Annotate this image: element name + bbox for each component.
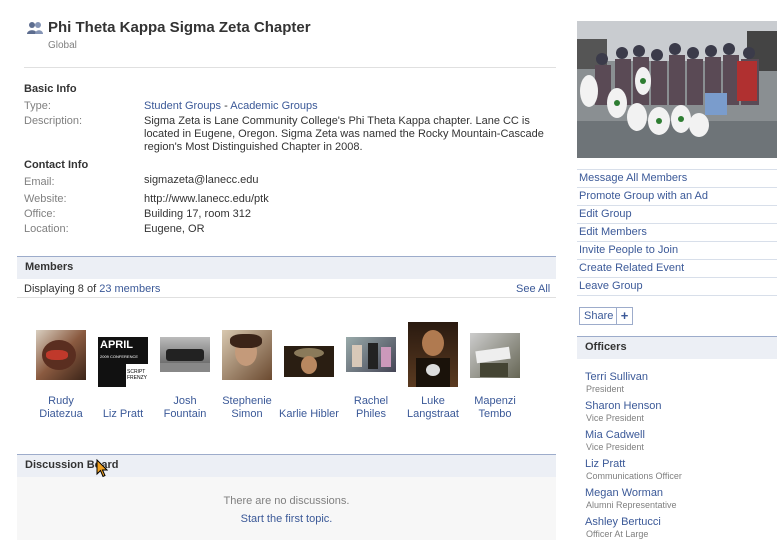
- description-line: region's Most Distinguished Chapter in 2…: [144, 141, 363, 153]
- officer-role: Vice President: [586, 442, 644, 452]
- officer-name-link[interactable]: Sharon Henson: [585, 400, 661, 412]
- office-label: Office:: [24, 208, 56, 220]
- officer-name-link[interactable]: Liz Pratt: [585, 458, 625, 470]
- members-heading: Members: [25, 261, 74, 273]
- member-name-link[interactable]: Mapenzi Tembo: [462, 395, 528, 421]
- website-link[interactable]: http://www.lanecc.edu/ptk: [144, 193, 269, 205]
- officer-name-link[interactable]: Ashley Bertucci: [585, 516, 661, 528]
- member-photo[interactable]: [346, 337, 396, 372]
- plus-icon: +: [616, 308, 632, 324]
- member-photo[interactable]: [36, 330, 86, 380]
- member-name-link[interactable]: Josh Fountain: [152, 395, 218, 421]
- officer-role: Officer At Large: [586, 529, 649, 539]
- members-count-prefix: Displaying 8 of: [24, 283, 100, 295]
- invite-people-link[interactable]: Invite People to Join: [577, 242, 777, 260]
- officer-name-link[interactable]: Terri Sullivan: [585, 371, 648, 383]
- share-button[interactable]: Share +: [579, 307, 633, 325]
- email-label: Email:: [24, 176, 55, 188]
- officer-name-link[interactable]: Megan Worman: [585, 487, 663, 499]
- location-value: Eugene, OR: [144, 223, 205, 235]
- member-photo[interactable]: [222, 330, 272, 380]
- message-all-members-link[interactable]: Message All Members: [577, 170, 777, 188]
- photo-text: APRIL: [100, 339, 133, 351]
- description-label: Description:: [24, 115, 83, 127]
- description-text: Sigma Zeta is Lane Community College's P…: [144, 115, 544, 154]
- see-all-members-link[interactable]: See All: [516, 283, 550, 295]
- email-value: sigmazeta@lanecc.edu: [144, 174, 259, 186]
- members-bar: Members: [17, 256, 556, 279]
- share-label: Share: [584, 310, 614, 322]
- edit-members-link[interactable]: Edit Members: [577, 224, 777, 242]
- description-line: located in Eugene, Oregon. Sigma Zeta wa…: [144, 128, 544, 140]
- photo-text: 2009 CONFERENCE: [100, 354, 139, 359]
- member-photo[interactable]: [160, 337, 210, 372]
- office-value: Building 17, room 312: [144, 208, 252, 220]
- officer-role: Vice President: [586, 413, 644, 423]
- member-name-link[interactable]: Liz Pratt: [90, 408, 156, 421]
- member-name-link[interactable]: Karlie Hibler: [276, 408, 342, 421]
- type-separator: -: [221, 100, 231, 112]
- members-count-link[interactable]: 23 members: [99, 283, 160, 295]
- create-related-event-link[interactable]: Create Related Event: [577, 260, 777, 278]
- officer-name-link[interactable]: Mia Cadwell: [585, 429, 645, 441]
- basic-info-heading: Basic Info: [24, 83, 77, 95]
- officer-role: President: [586, 384, 625, 394]
- contact-info-heading: Contact Info: [24, 159, 89, 171]
- divider: [24, 67, 556, 68]
- photo-text: SCRIPT FRENZY: [127, 369, 147, 381]
- discussion-panel: [17, 477, 556, 540]
- member-name-link[interactable]: Rachel Philes: [338, 395, 404, 421]
- network-label: Global: [48, 40, 77, 51]
- leave-group-link[interactable]: Leave Group: [577, 278, 777, 296]
- type-value: Student Groups - Academic Groups: [144, 100, 318, 112]
- member-photo[interactable]: [408, 322, 458, 387]
- member-name-link[interactable]: Stephenie Simon: [214, 395, 280, 421]
- member-name-link[interactable]: Rudy Diatezua: [28, 395, 94, 421]
- no-discussions-text: There are no discussions.: [223, 495, 350, 507]
- officer-role: Alumni Representative: [586, 500, 677, 510]
- academic-groups-link[interactable]: Academic Groups: [230, 100, 317, 112]
- website-label: Website:: [24, 193, 67, 205]
- members-count: Displaying 8 of 23 members: [24, 283, 160, 295]
- officers-heading: Officers: [585, 341, 627, 353]
- description-line: Sigma Zeta is Lane Community College's P…: [144, 115, 530, 127]
- group-icon: [27, 22, 43, 34]
- type-label: Type:: [24, 100, 51, 112]
- group-photo[interactable]: [577, 21, 777, 158]
- start-topic-link[interactable]: Start the first topic.: [17, 513, 556, 525]
- officers-bar: Officers: [577, 336, 777, 359]
- member-photo[interactable]: APRIL 2009 CONFERENCE SCRIPT FRENZY: [98, 337, 148, 387]
- edit-group-link[interactable]: Edit Group: [577, 206, 777, 224]
- member-name-link[interactable]: Luke Langstraat: [400, 395, 466, 421]
- promote-group-link[interactable]: Promote Group with an Ad: [577, 188, 777, 206]
- location-label: Location:: [24, 223, 69, 235]
- divider: [17, 297, 556, 298]
- member-photo[interactable]: [284, 346, 334, 377]
- member-photo[interactable]: [470, 333, 520, 378]
- student-groups-link[interactable]: Student Groups: [144, 100, 221, 112]
- mouse-cursor-icon: [96, 459, 108, 478]
- page-title: Phi Theta Kappa Sigma Zeta Chapter: [48, 19, 311, 36]
- officer-role: Communications Officer: [586, 471, 682, 481]
